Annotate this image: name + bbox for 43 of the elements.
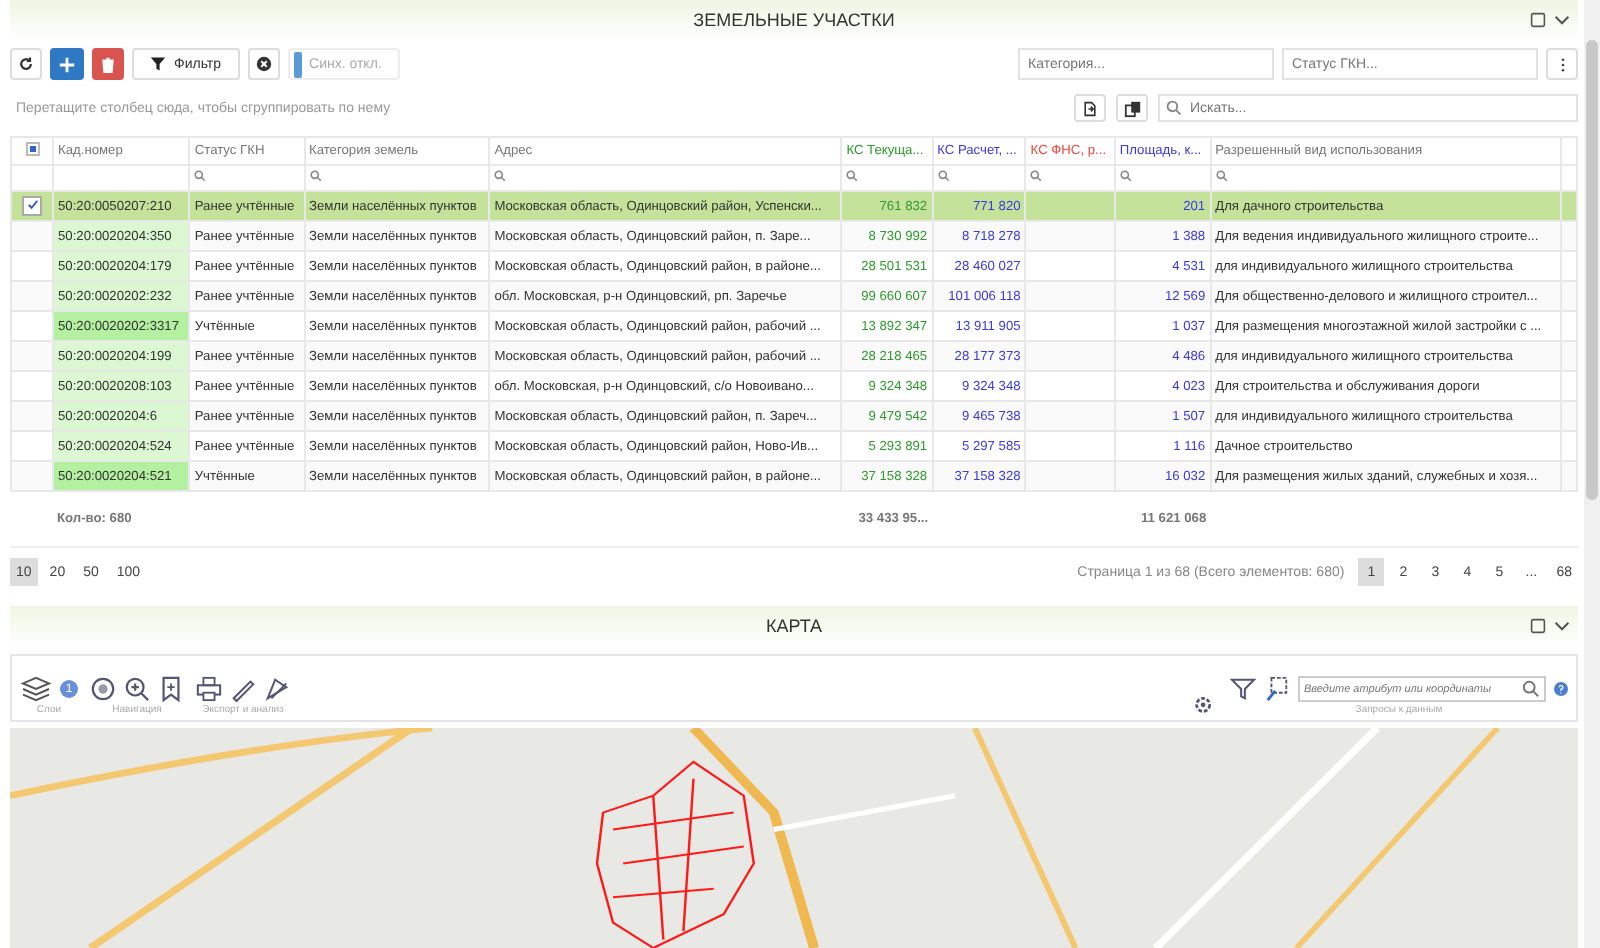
panel-title: КАРТА <box>763 616 825 636</box>
add-button[interactable] <box>50 48 84 80</box>
layers-icon[interactable] <box>20 676 52 702</box>
clear-filter-button[interactable] <box>247 48 280 80</box>
search-icon[interactable] <box>194 170 207 182</box>
zoom-in-icon[interactable] <box>124 676 150 702</box>
table-cell <box>1025 221 1115 251</box>
search-icon[interactable] <box>309 170 321 182</box>
search-icon[interactable] <box>1215 170 1228 182</box>
scrollbar[interactable] <box>1584 0 1600 948</box>
copy-icon <box>1123 99 1141 117</box>
print-icon[interactable] <box>196 676 222 702</box>
chevron-down-icon[interactable] <box>1554 618 1570 634</box>
filter-icon[interactable] <box>1230 676 1256 702</box>
maximize-icon[interactable] <box>1530 618 1546 634</box>
panel-title: ЗЕМЕЛЬНЫЕ УЧАСТКИ <box>691 10 897 30</box>
export-button[interactable] <box>1074 94 1106 122</box>
trash-icon <box>100 55 116 73</box>
measure-area-icon[interactable] <box>264 676 290 702</box>
maximize-icon[interactable] <box>1530 12 1546 28</box>
search-icon[interactable] <box>494 170 507 182</box>
close-icon <box>255 56 272 72</box>
plus-icon <box>58 55 76 73</box>
more-vertical-icon <box>1559 55 1565 73</box>
search-icon[interactable] <box>1030 170 1043 182</box>
refresh-button[interactable] <box>10 48 42 80</box>
help-icon[interactable] <box>1554 682 1568 696</box>
select-all-checkbox[interactable] <box>25 142 39 156</box>
search-icon[interactable] <box>1522 680 1540 698</box>
file-export-icon <box>1082 99 1098 117</box>
search-icon <box>1166 100 1182 116</box>
filter-icon <box>150 56 166 72</box>
search-icon[interactable] <box>846 170 859 182</box>
copy-button[interactable] <box>1116 94 1148 122</box>
ruler-icon[interactable] <box>230 676 256 702</box>
bookmark-icon[interactable] <box>158 676 184 702</box>
search-icon[interactable] <box>937 170 950 182</box>
row-checkbox[interactable] <box>22 195 42 216</box>
search-icon[interactable] <box>1119 170 1132 182</box>
select-pointer-icon[interactable] <box>1264 676 1290 702</box>
refresh-icon <box>18 56 34 72</box>
delete-button[interactable] <box>92 48 124 80</box>
chevron-down-icon[interactable] <box>1554 12 1570 28</box>
